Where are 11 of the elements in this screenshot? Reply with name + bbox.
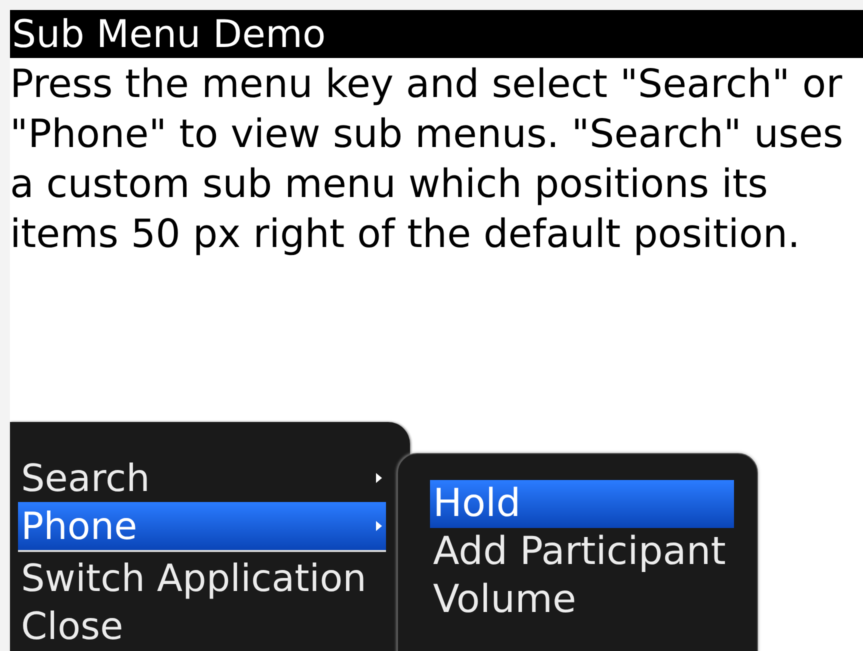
submenu-item[interactable]: Add Participant (430, 528, 734, 576)
instructions-text: Press the menu key and select "Search" or "Phone" to view sub menus. "Search" uses a custom sub menu which positions its items 50 px right of the default position. (10, 61, 844, 259)
window-title: Sub Menu Demo (10, 10, 863, 58)
submenu-item[interactable]: Hold (430, 480, 734, 528)
menu-item[interactable]: Search (18, 454, 386, 502)
submenu-arrow-icon (376, 473, 382, 483)
submenu-arrow-icon (376, 521, 382, 531)
menu-item[interactable]: Close (18, 602, 386, 650)
submenu-item[interactable]: Volume (430, 576, 734, 624)
menu-item[interactable]: Phone (18, 502, 386, 552)
menu-item[interactable]: Switch Application (18, 554, 386, 602)
